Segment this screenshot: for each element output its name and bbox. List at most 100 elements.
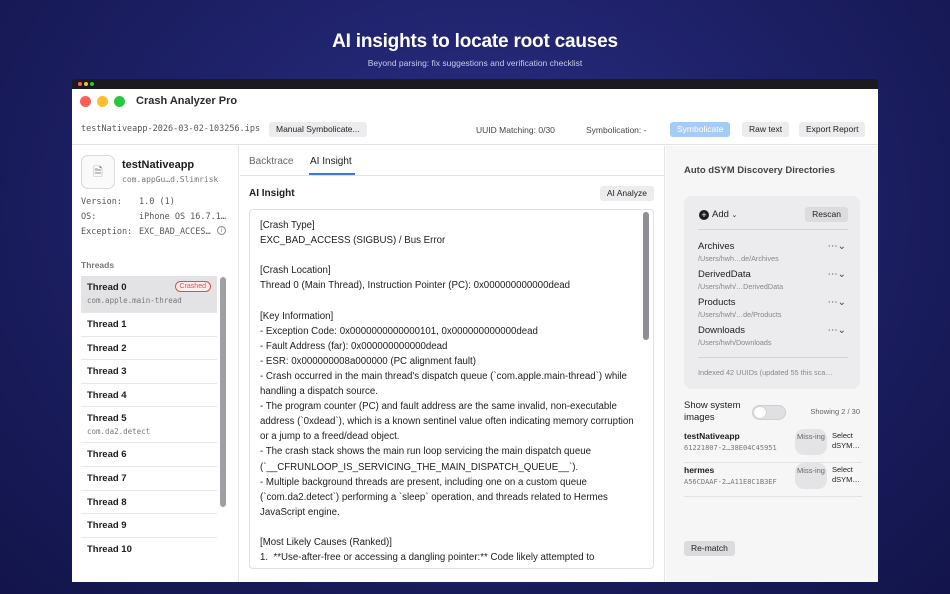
thread-row-5[interactable]: Thread 5 com.da2.detect — [81, 407, 217, 444]
os-value: iPhone OS 16.7.1… — [139, 212, 226, 222]
thread-name: Thread 0 — [87, 282, 127, 293]
thread-row-2[interactable]: Thread 2 — [81, 337, 217, 361]
thread-list-scrollbar[interactable] — [220, 277, 226, 507]
thread-row-10[interactable]: Thread 10 — [81, 538, 217, 558]
thread-name: Thread 2 — [87, 342, 127, 354]
thread-name: Thread 9 — [87, 520, 127, 532]
os-label: OS: — [81, 212, 97, 222]
thread-name: Thread 1 — [87, 319, 127, 330]
thread-row-9[interactable]: Thread 9 — [81, 514, 217, 538]
rematch-button[interactable]: Re-match — [684, 541, 735, 556]
tab-backtrace[interactable]: Backtrace — [249, 156, 293, 167]
showing-count: Showing 2 / 30 — [810, 407, 860, 416]
tab-bar: Backtrace AI Insight — [240, 146, 665, 176]
directory-item[interactable]: Archives /Users/hwh…de/Archives ⋯⌄ — [698, 241, 848, 269]
info-icon[interactable]: i — [217, 226, 226, 235]
missing-badge: Miss-ing — [795, 429, 827, 455]
strip-dot — [78, 82, 82, 86]
version-row: Version: 1.0 (1) — [81, 197, 175, 207]
show-system-images-toggle[interactable] — [752, 405, 786, 420]
symbolication-status: Symbolication: - — [586, 125, 647, 135]
thread-name: Thread 3 — [87, 366, 127, 378]
show-system-images-label: Show system images — [684, 400, 741, 423]
insight-scrollbar[interactable] — [643, 212, 649, 340]
directory-name: Downloads — [698, 325, 745, 336]
add-directory-button[interactable]: + Add ⌄ — [699, 209, 737, 220]
binary-row: hermes A56CDAAF-2…A11E8C1B3EF Miss-ing S… — [684, 463, 864, 497]
dsym-panel: Auto dSYM Discovery Directories + Add ⌄ R… — [666, 146, 878, 582]
raw-text-button[interactable]: Raw text — [742, 122, 790, 137]
thread-name: Thread 5 — [87, 413, 127, 425]
directory-path: /Users/hwh…de/Archives — [698, 254, 779, 263]
section-title: AI Insight — [249, 188, 295, 199]
manual-symbolicate-button[interactable]: Manual Symbolicate... — [269, 122, 367, 137]
thread-row-1[interactable]: Thread 1 — [81, 313, 217, 337]
directory-item[interactable]: Products /Users/hwh/…de/Products ⋯⌄ — [698, 297, 848, 325]
thread-name: Thread 6 — [87, 449, 127, 461]
strip-dot — [84, 82, 88, 86]
thread-list: Thread 0 Crashed com.apple.main-thread T… — [81, 276, 217, 558]
directory-path: /Users/hwh/…DerivedData — [698, 282, 784, 291]
insight-text-view[interactable]: [Crash Type] EXC_BAD_ACCESS (SIGBUS) / B… — [249, 209, 654, 569]
binary-row: testNativeapp 61221807-2…38E04C45951 Mis… — [684, 429, 864, 463]
binary-uuid: A56CDAAF-2…A11E8C1B3EF — [684, 478, 777, 486]
directory-item[interactable]: Downloads /Users/hwh/Downloads ⋯⌄ — [698, 325, 848, 353]
symbolicate-button[interactable]: Symbolicate — [670, 122, 731, 137]
hero-title: AI insights to locate root causes — [332, 31, 618, 52]
crash-sidebar: 🗎 testNativeapp com.appGu…d.Slimrisk Ver… — [72, 146, 239, 582]
tab-ai-insight[interactable]: AI Insight — [310, 156, 352, 167]
directory-name: DerivedData — [698, 269, 751, 280]
threads-heading: Threads — [81, 260, 115, 270]
thread-row-4[interactable]: Thread 4 — [81, 384, 217, 408]
app-window: Crash Analyzer Pro testNativeapp-2026-03… — [72, 89, 878, 582]
dsym-panel-title: Auto dSYM Discovery Directories — [684, 165, 835, 176]
active-tab-indicator — [309, 173, 355, 175]
thread-row-3[interactable]: Thread 3 — [81, 360, 217, 384]
directory-path: /Users/hwh/…de/Products — [698, 310, 782, 319]
directory-item[interactable]: DerivedData /Users/hwh/…DerivedData ⋯⌄ — [698, 269, 848, 297]
plus-icon: + — [699, 210, 709, 220]
thread-row-0[interactable]: Thread 0 Crashed com.apple.main-thread — [81, 276, 217, 313]
exception-label: Exception: — [81, 227, 133, 237]
more-menu-icon[interactable]: ⋯⌄ — [828, 325, 846, 336]
missing-badge: Miss-ing — [795, 463, 827, 489]
directory-path: /Users/hwh/Downloads — [698, 338, 772, 347]
thread-queue: com.da2.detect — [87, 427, 151, 437]
detail-pane: Backtrace AI Insight AI Insight AI Analy… — [240, 146, 665, 582]
more-menu-icon[interactable]: ⋯⌄ — [828, 241, 846, 252]
binary-name: hermes — [684, 465, 715, 475]
background-window-strip — [72, 79, 878, 89]
zoom-window-button[interactable] — [114, 96, 125, 107]
minimize-window-button[interactable] — [97, 96, 108, 107]
hero-subtitle: Beyond parsing: fix suggestions and veri… — [367, 58, 583, 68]
toolbar: testNativeapp-2026-03-02-103256.ips Manu… — [72, 113, 878, 145]
divider — [698, 357, 848, 358]
more-menu-icon[interactable]: ⋯⌄ — [828, 269, 846, 280]
exception-row: Exception: EXC_BAD_ACCES… — [81, 227, 211, 237]
directory-name: Archives — [698, 241, 735, 252]
thread-row-6[interactable]: Thread 6 — [81, 443, 217, 467]
exception-value: EXC_BAD_ACCES… — [139, 227, 211, 237]
thread-name: Thread 10 — [87, 543, 132, 555]
select-dsym-button[interactable]: Select dSYM… — [832, 431, 864, 451]
select-dsym-button[interactable]: Select dSYM… — [832, 465, 864, 485]
version-label: Version: — [81, 197, 122, 207]
thread-name: Thread 7 — [87, 472, 127, 484]
add-label: Add — [712, 209, 729, 220]
uuid-matching-status: UUID Matching: 0/30 — [476, 125, 555, 135]
title-bar: Crash Analyzer Pro — [72, 89, 878, 113]
export-report-button[interactable]: Export Report — [799, 122, 866, 137]
thread-name: Thread 4 — [87, 389, 127, 401]
rescan-button[interactable]: Rescan — [805, 207, 848, 222]
bundle-id: com.appGu…d.Slimrisk — [122, 175, 219, 184]
divider — [698, 229, 848, 230]
os-row: OS: iPhone OS 16.7.1… — [81, 212, 226, 222]
thread-row-8[interactable]: Thread 8 — [81, 491, 217, 515]
window-title: Crash Analyzer Pro — [136, 95, 238, 107]
ai-analyze-button[interactable]: AI Analyze — [599, 186, 654, 201]
more-menu-icon[interactable]: ⋯⌄ — [828, 297, 846, 308]
crashed-badge: Crashed — [174, 281, 211, 292]
insight-text: [Crash Type] EXC_BAD_ACCESS (SIGBUS) / B… — [260, 220, 634, 564]
thread-row-7[interactable]: Thread 7 — [81, 467, 217, 491]
close-window-button[interactable] — [80, 96, 91, 107]
